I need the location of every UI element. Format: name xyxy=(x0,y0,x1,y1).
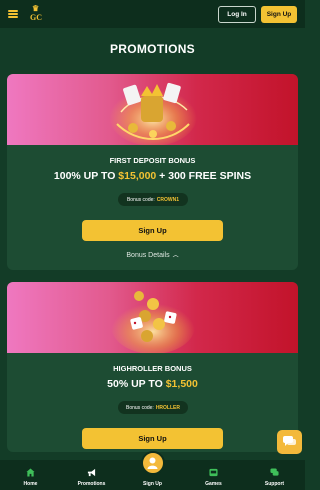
page-title: PROMOTIONS xyxy=(109,42,195,56)
signup-button[interactable]: Sign Up xyxy=(261,5,297,23)
home-icon xyxy=(26,468,35,477)
menu-icon[interactable] xyxy=(8,10,18,18)
promo-card-first-deposit: FIRST DEPOSIT BONUS 100% UP TO $15,000 +… xyxy=(7,74,298,270)
promo-signup-button[interactable]: Sign Up xyxy=(82,428,223,449)
slot-machine-icon xyxy=(209,468,218,477)
top-header: ♛ GC Log In Sign Up xyxy=(0,0,305,28)
promo-card-highroller: HIGHROLLER BONUS 50% UP TO $1,500 Bonus … xyxy=(7,282,298,452)
nav-label: Games xyxy=(205,481,222,487)
megaphone-icon xyxy=(87,468,96,477)
chat-icon xyxy=(270,468,279,476)
promo-signup-button[interactable]: Sign Up xyxy=(82,220,223,241)
user-icon xyxy=(147,457,158,469)
signup-fab[interactable] xyxy=(140,451,165,475)
promo-offer: 50% UP TO $1,500 xyxy=(107,378,198,390)
promo-offer: 100% UP TO $15,000 + 300 FREE SPINS xyxy=(53,170,252,182)
bonus-code-badge: Bonus code: CROWN1 xyxy=(118,193,188,206)
live-chat-button[interactable] xyxy=(277,430,302,454)
bonus-code-badge: Bonus code: HROLLER xyxy=(118,401,188,414)
promo-banner xyxy=(7,74,298,145)
nav-games[interactable]: Games xyxy=(183,460,244,490)
site-logo[interactable]: ♛ GC xyxy=(30,5,46,23)
bonus-details-toggle[interactable]: Bonus Details ︿ xyxy=(7,250,298,259)
nav-label: Promotions xyxy=(77,481,106,487)
nav-label: Support xyxy=(264,481,285,487)
bottom-navigation: Home Promotions Sign Up Games Support xyxy=(0,451,305,490)
crown-icon: ♛ xyxy=(32,4,40,13)
nav-label: Home xyxy=(23,481,38,487)
promo-title: HIGHROLLER BONUS xyxy=(113,364,192,373)
nav-home[interactable]: Home xyxy=(0,460,61,490)
logo-text: GC xyxy=(30,13,42,22)
nav-label: Sign Up xyxy=(143,481,162,487)
login-button[interactable]: Log In xyxy=(218,5,256,23)
promo-title: FIRST DEPOSIT BONUS xyxy=(109,156,196,165)
coins-dice-illustration xyxy=(111,291,195,353)
chat-bubble-icon xyxy=(283,436,296,446)
treasure-illustration xyxy=(109,82,197,145)
nav-promotions[interactable]: Promotions xyxy=(61,460,122,490)
nav-support[interactable]: Support xyxy=(244,460,305,490)
chevron-up-icon: ︿ xyxy=(172,253,179,259)
nav-signup[interactable]: Sign Up xyxy=(122,451,183,490)
promo-banner xyxy=(7,282,298,353)
